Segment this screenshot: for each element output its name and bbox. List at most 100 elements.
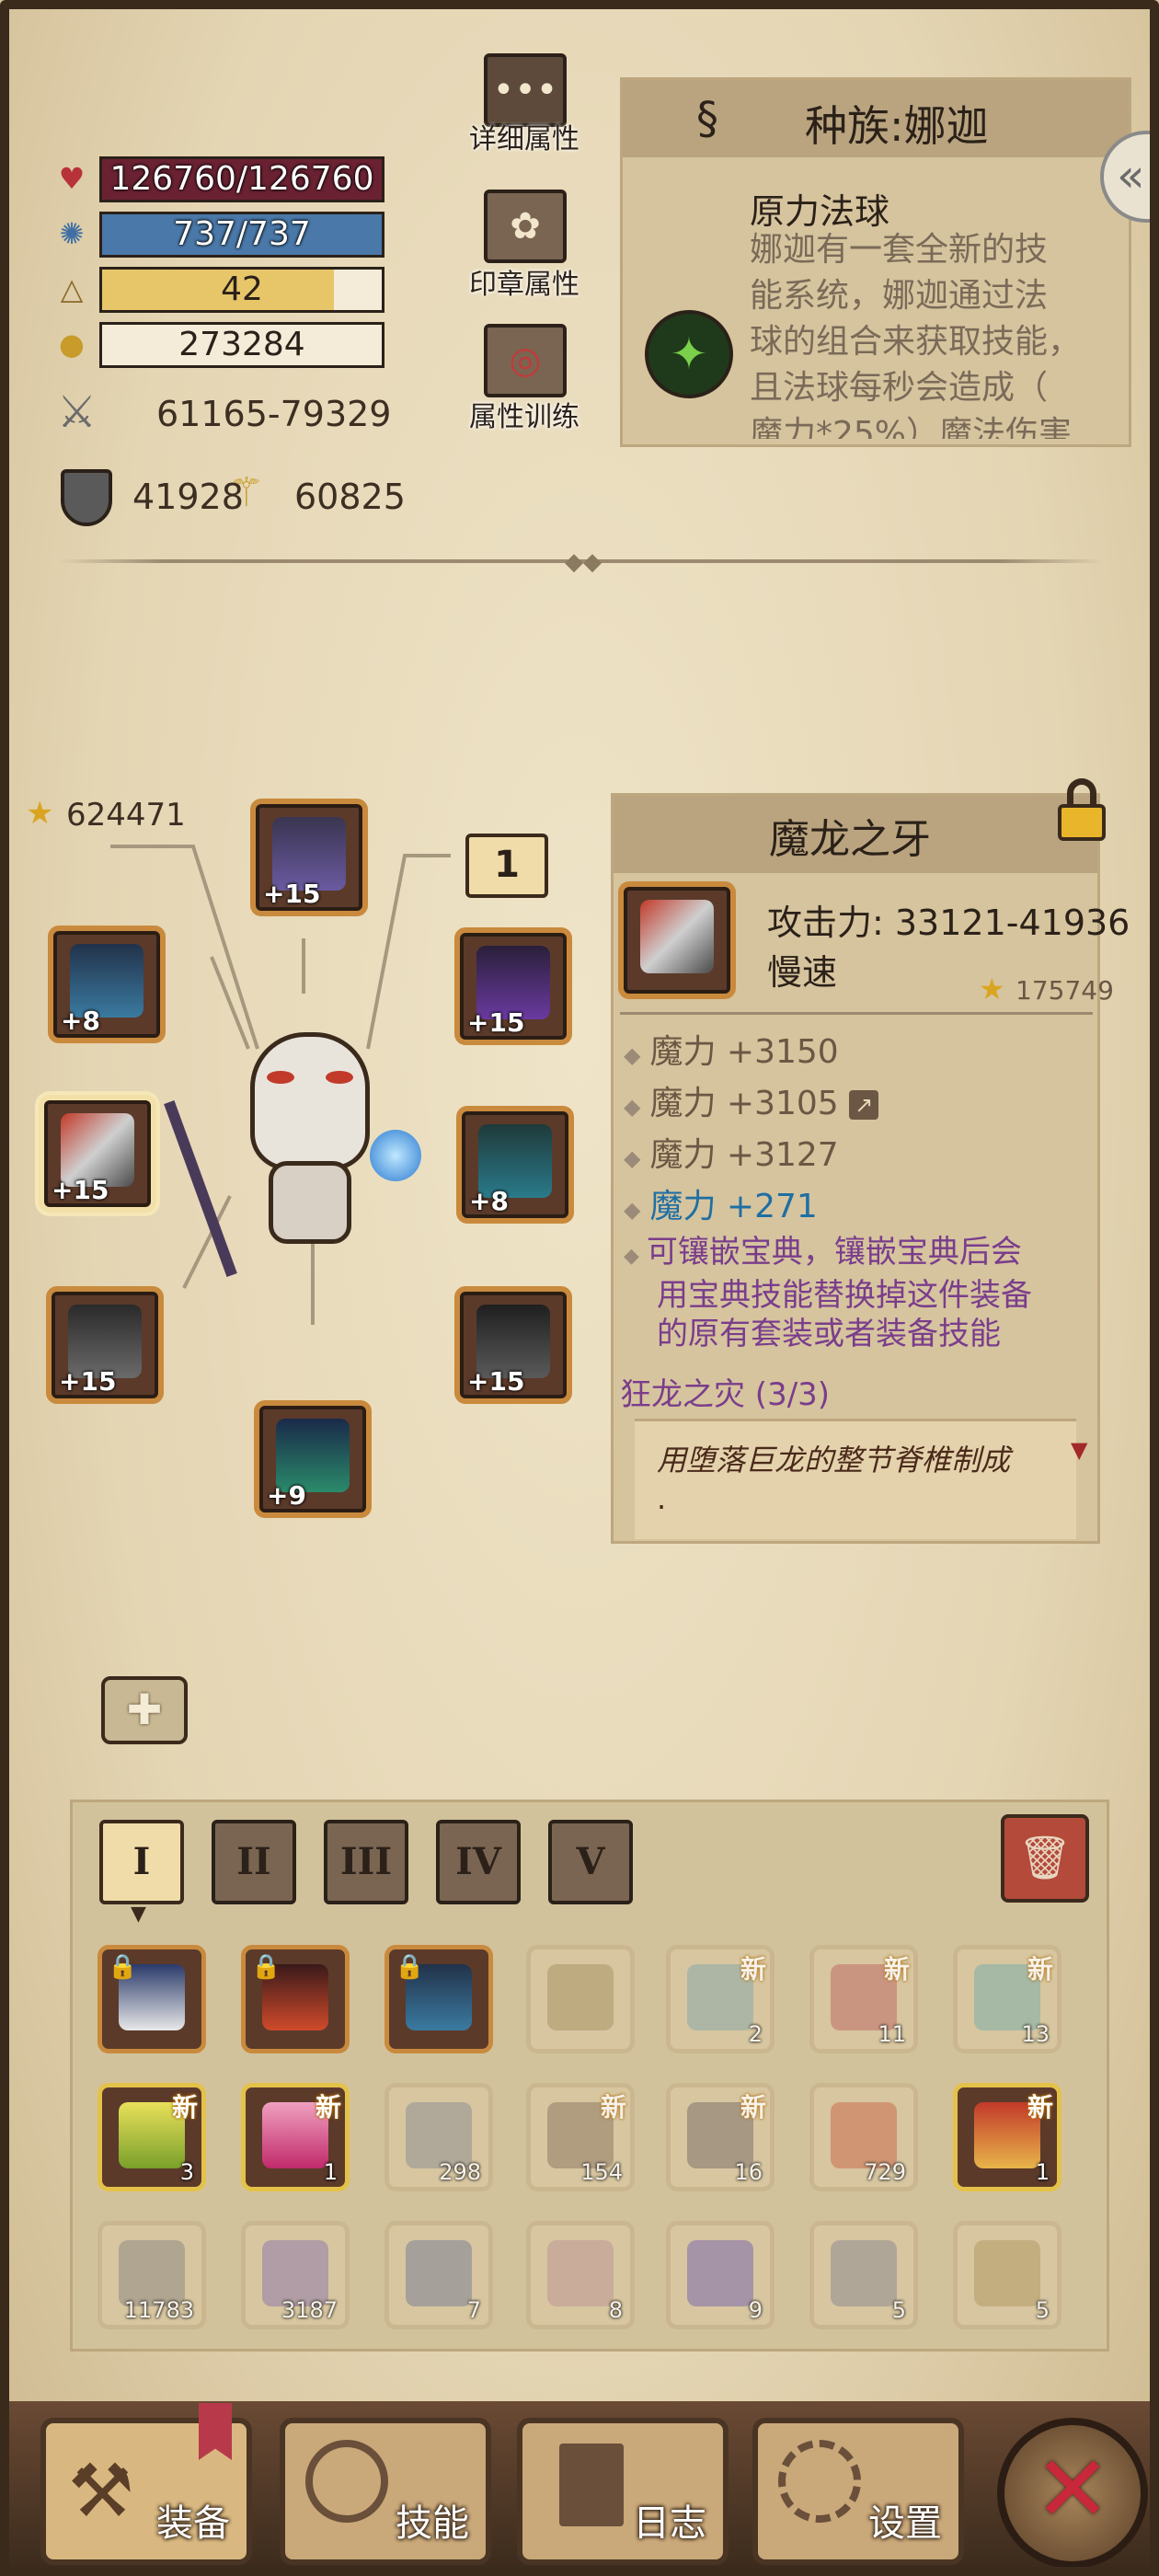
inventory-slot[interactable]: 🔒 [98,1945,206,2053]
horn-item-icon [974,2240,1040,2306]
seal-button[interactable]: ✿ [484,190,567,263]
mask-eye [326,1071,353,1084]
inventory-tab-3[interactable]: III [324,1820,408,1904]
add-plus-button[interactable]: ✚ [101,1676,188,1744]
boots-slot[interactable]: +9 [254,1400,372,1518]
belt-slot[interactable]: +15 [454,1286,572,1404]
new-badge: 新 [1027,1954,1053,1984]
details-label[interactable]: 详细属性 [442,116,607,156]
inventory-slot[interactable]: 新 11 [809,1945,918,2053]
crossed-swords-icon: ⚔ [57,386,98,438]
training-label[interactable]: 属性训练 [442,394,607,434]
inventory-slot[interactable]: 298 [384,2083,493,2191]
inventory-tab-1[interactable]: I [99,1820,184,1904]
item-count: 11783 [123,2297,194,2323]
offhand-slot[interactable]: +15 [46,1286,164,1404]
mask-eye [267,1071,294,1084]
lock-icon: 🔒 [395,1953,425,1981]
item-score: 175749 [1016,975,1114,1006]
mana-icon: ✺ [59,216,85,251]
weapon-slot[interactable]: +15 [39,1095,156,1213]
nav-settings-label: 设置 [868,2502,942,2545]
skill-desc-line: 且法球每秒会造成（ [750,369,1049,407]
inventory-tab-2[interactable]: II [212,1820,296,1904]
new-badge: 新 [740,2092,766,2122]
divider-ornament: ◆◆ [565,548,602,576]
inventory-slot[interactable] [526,1945,635,2053]
inventory-slot[interactable]: 🔒 [241,1945,350,2053]
inventory-slot[interactable]: 新 1 [241,2083,350,2191]
affix-row: ◆ 魔力 +3105 ↗ [624,1076,879,1124]
inventory-slot[interactable]: 11783 [98,2221,206,2329]
reforge-icon[interactable]: ↗ [849,1090,879,1120]
inventory-slot[interactable]: 🔒 [384,1945,493,2053]
mana-bar: 737/737 [99,212,384,258]
item-count: 9 [748,2297,763,2323]
item-count: 1 [323,2159,338,2185]
lock-icon: 🔒 [108,1953,138,1981]
helmet-slot[interactable]: +15 [250,799,368,916]
character-avatar[interactable] [164,1023,425,1278]
flavor-text: 用堕落巨龙的整节脊椎制成 [657,1443,1011,1478]
skill-desc-line: 魔力*25%）魔法伤害 [750,415,1073,439]
heart-icon: ♥ [58,161,86,196]
nav-skills-label: 技能 [396,2502,469,2545]
inventory-slot[interactable]: 5 [809,2221,918,2329]
affix-text: 魔力 +3105 [649,1085,839,1122]
affix-text: 魔力 +3127 [649,1136,839,1174]
flavor-text-tail: . [657,1481,667,1516]
nav-log-button[interactable]: 日志 [517,2418,729,2565]
trash-icon[interactable]: 🗑 [1001,1814,1089,1903]
set-name: 狂龙之灾 (3/3) [620,1376,831,1413]
seal-label[interactable]: 印章属性 [442,261,607,302]
inventory-slot[interactable]: 新 2 [666,1945,775,2053]
book-item-icon [547,1964,614,2030]
inventory-tab-5[interactable]: V [548,1820,633,1904]
item-count: 729 [864,2159,906,2185]
lock-icon[interactable] [1054,778,1109,843]
level-value: 42 [221,270,263,308]
item-count: 5 [1035,2297,1050,2323]
inventory-slot[interactable]: 新 13 [953,1945,1061,2053]
hp-value: 126760/126760 [109,160,374,198]
inventory-slot[interactable]: 新 1 [953,2083,1061,2191]
inventory-slot[interactable]: 9 [666,2221,775,2329]
inventory-slot[interactable]: 8 [526,2221,635,2329]
orb-skill-icon: ✦ [645,310,733,398]
item-count: 8 [608,2297,623,2323]
slot-level: +15 [263,879,321,909]
inventory-tab-4[interactable]: IV [436,1820,521,1904]
skill-desc-line: 能系统，娜迦通过法 [750,277,1049,315]
new-badge: 新 [883,1954,910,1984]
item-count: 2 [748,2021,763,2047]
nav-settings-button[interactable]: 设置 [752,2418,964,2565]
inventory-slot[interactable]: 新 3 [98,2083,206,2191]
inventory-slot[interactable]: 3187 [241,2221,350,2329]
inventory-slot[interactable]: 5 [953,2221,1061,2329]
item-count: 16 [734,2159,763,2185]
inventory-slot[interactable]: 729 [809,2083,918,2191]
nav-equip-button[interactable]: ⚒ 装备 [40,2403,252,2565]
bonus-affix-row: ◆ 魔力 +271 [624,1188,818,1225]
rope-item-icon [406,2240,472,2306]
close-x-icon[interactable]: ✕ [997,2418,1148,2569]
gloves-slot[interactable]: +8 [48,926,166,1043]
inventory-slot[interactable]: 新 16 [666,2083,775,2191]
hp-bar: 126760/126760 [99,156,384,202]
nav-skills-button[interactable]: 技能 [280,2418,491,2565]
new-badge: 新 [740,1954,766,1984]
active-tab-indicator: ▼ [131,1903,146,1926]
training-button[interactable]: ◎ [484,324,567,397]
axe-icon: ⚒ [68,2448,134,2534]
inventory-slot[interactable]: 新 154 [526,2083,635,2191]
item-count: 5 [891,2297,906,2323]
new-badge: 新 [1027,2092,1053,2122]
shoulder-slot[interactable]: +15 [454,927,572,1045]
scroll-down-icon[interactable]: ▼ [1071,1437,1087,1463]
inventory-slot[interactable]: 7 [384,2221,493,2329]
connector-path [366,854,451,1050]
socket-line: 的原有套装或者装备技能 [657,1316,1001,1352]
level-icon: △ [60,271,84,306]
magic-res-value: 60825 [294,477,406,517]
chest-slot[interactable]: +8 [456,1106,574,1224]
